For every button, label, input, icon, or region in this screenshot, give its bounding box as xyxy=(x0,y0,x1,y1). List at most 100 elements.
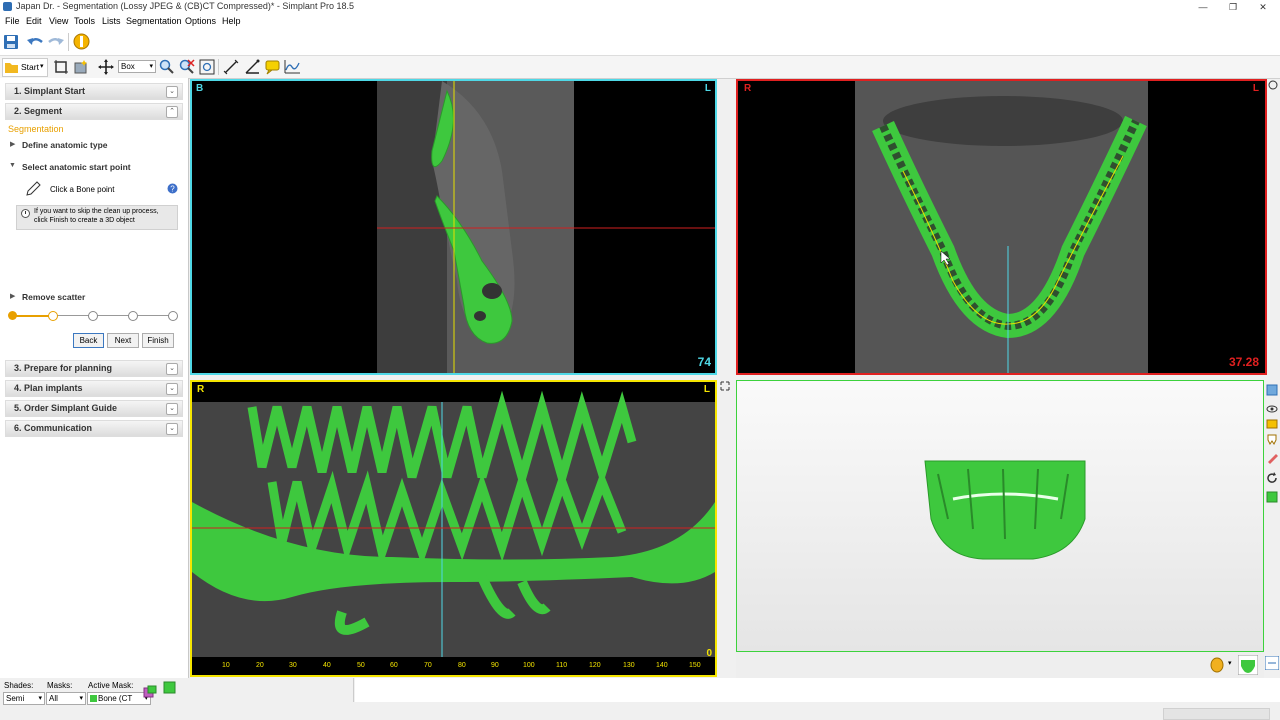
screen-layout-icon[interactable] xyxy=(1265,656,1279,670)
expand-icon[interactable]: ⌄ xyxy=(166,383,178,395)
step-label: 4. Plan implants xyxy=(14,383,83,393)
panoramic-image[interactable] xyxy=(192,382,715,675)
objects-icon[interactable] xyxy=(1266,418,1278,430)
tooth-icon[interactable] xyxy=(1266,433,1278,445)
measure-distance-icon[interactable] xyxy=(223,59,240,75)
ruler-tick: 140 xyxy=(656,662,668,669)
define-anatomic-type[interactable]: Define anatomic type xyxy=(22,140,108,150)
step-order-guide[interactable]: 5. Order Simplant Guide ⌄ xyxy=(5,400,183,417)
box-select-value: Box xyxy=(121,62,135,71)
panoramic-scrollbar[interactable] xyxy=(719,380,729,677)
expand-icon[interactable]: ⌄ xyxy=(166,363,178,375)
progress-node[interactable] xyxy=(88,311,98,321)
profile-graph-icon[interactable] xyxy=(284,59,301,75)
progress-node[interactable] xyxy=(168,311,178,321)
close-button[interactable]: ✕ xyxy=(1248,0,1278,14)
clip-icon[interactable] xyxy=(1266,452,1278,464)
step-segment[interactable]: 2. Segment ⌃ xyxy=(5,103,183,120)
shades-select[interactable]: Semi ▾ xyxy=(3,692,45,705)
back-button[interactable]: Back xyxy=(73,333,104,348)
step-simplant-start[interactable]: 1. Simplant Start ⌄ xyxy=(5,83,183,100)
implant-icon[interactable] xyxy=(73,33,90,50)
panoramic-view[interactable]: R L 0 10 20 30 40 50 60 70 80 90 100 110… xyxy=(190,380,717,677)
step-prepare-planning[interactable]: 3. Prepare for planning ⌄ xyxy=(5,360,183,377)
menu-file[interactable]: File xyxy=(5,16,20,26)
ruler-tick: 30 xyxy=(289,662,297,669)
sagittal-image[interactable] xyxy=(192,81,715,373)
visibility-icon[interactable] xyxy=(1266,403,1278,415)
new-mask-icon[interactable] xyxy=(163,681,176,694)
measure-angle-icon[interactable] xyxy=(244,59,261,75)
rotate-icon[interactable] xyxy=(1266,472,1278,484)
annotation-icon[interactable] xyxy=(264,59,281,75)
zoom-icon[interactable] xyxy=(159,59,175,75)
3d-render-icon[interactable] xyxy=(1238,655,1258,675)
progress-track xyxy=(52,315,172,316)
save-icon[interactable] xyxy=(3,34,19,50)
axial-image[interactable] xyxy=(738,81,1265,373)
finish-button[interactable]: Finish xyxy=(142,333,174,348)
step-label: 2. Segment xyxy=(14,106,63,116)
crop-icon[interactable] xyxy=(53,59,69,75)
maximize-view-icon[interactable] xyxy=(720,381,730,391)
orientation-label-b: B xyxy=(196,83,204,94)
axial-scrollbar[interactable] xyxy=(1268,79,1278,375)
mask-properties-icon[interactable] xyxy=(143,685,157,699)
collapse-icon[interactable]: ⌃ xyxy=(166,106,178,118)
select-anatomic-start-point[interactable]: Select anatomic start point xyxy=(22,162,131,172)
masks-select[interactable]: All ▾ xyxy=(46,692,86,705)
box-select[interactable]: Box ▾ xyxy=(118,60,156,73)
progress-node-current[interactable] xyxy=(8,311,17,320)
menu-edit[interactable]: Edit xyxy=(26,16,42,26)
expand-icon[interactable]: ⌄ xyxy=(166,423,178,435)
menu-help[interactable]: Help xyxy=(222,16,241,26)
orientation-label-l: L xyxy=(703,384,710,395)
step-plan-implants[interactable]: 4. Plan implants ⌄ xyxy=(5,380,183,397)
head-orientation-icon[interactable] xyxy=(1209,656,1225,674)
next-button[interactable]: Next xyxy=(107,333,139,348)
menu-view[interactable]: View xyxy=(49,16,68,26)
add-mask-icon[interactable] xyxy=(73,59,89,75)
sagittal-view[interactable]: B L 74 xyxy=(190,79,717,375)
click-bone-point-text: Click a Bone point xyxy=(50,185,115,194)
ruler-tick: 150 xyxy=(689,662,701,669)
3d-view[interactable] xyxy=(736,380,1264,652)
axial-view[interactable]: R L 37.28 xyxy=(736,79,1267,375)
menu-lists[interactable]: Lists xyxy=(102,16,121,26)
status-divider xyxy=(353,678,354,702)
step-communication[interactable]: 6. Communication ⌄ xyxy=(5,420,183,437)
svg-text:?: ? xyxy=(170,184,175,193)
start-button[interactable]: Start ▾ xyxy=(2,58,48,77)
active-mask-select[interactable]: Bone (CT ▾ xyxy=(87,692,151,705)
sagittal-scrollbar[interactable] xyxy=(719,79,729,375)
remove-scatter[interactable]: Remove scatter xyxy=(22,292,85,302)
fit-to-window-icon[interactable] xyxy=(199,59,215,75)
maximize-view-icon[interactable] xyxy=(1268,80,1278,90)
step-label: 1. Simplant Start xyxy=(14,86,86,96)
export-icon[interactable] xyxy=(1266,491,1278,503)
3d-jaw-model[interactable] xyxy=(923,459,1088,564)
layout-icon[interactable] xyxy=(1266,384,1278,396)
redo-icon[interactable] xyxy=(47,34,65,50)
step-label: 3. Prepare for planning xyxy=(14,363,113,373)
menu-segmentation[interactable]: Segmentation xyxy=(126,16,182,26)
expand-icon[interactable]: ⌄ xyxy=(166,403,178,415)
minimize-button[interactable]: — xyxy=(1188,0,1218,14)
collapse-arrow-icon[interactable]: ▼ xyxy=(9,162,16,169)
zoom-reset-icon[interactable] xyxy=(179,59,195,75)
progress-node[interactable] xyxy=(128,311,138,321)
pan-icon[interactable] xyxy=(98,59,114,75)
expand-arrow-icon[interactable]: ▶ xyxy=(10,140,15,148)
undo-icon[interactable] xyxy=(26,34,44,50)
chevron-down-icon[interactable]: ▾ xyxy=(1228,659,1232,667)
help-icon[interactable]: ? xyxy=(167,183,178,194)
progress-node[interactable] xyxy=(48,311,58,321)
expand-icon[interactable]: ⌄ xyxy=(166,86,178,98)
menu-tools[interactable]: Tools xyxy=(74,16,95,26)
masks-value: All xyxy=(49,694,58,703)
segmentation-title: Segmentation xyxy=(8,124,64,134)
expand-arrow-icon[interactable]: ▶ xyxy=(10,292,15,300)
menu-options[interactable]: Options xyxy=(185,16,216,26)
chevron-down-icon: ▾ xyxy=(38,695,42,702)
restore-button[interactable]: ❐ xyxy=(1218,0,1248,14)
